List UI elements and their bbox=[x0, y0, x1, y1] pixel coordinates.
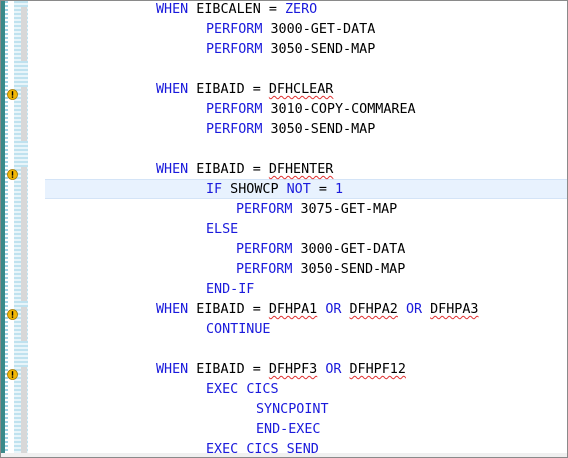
horizontal-scrollbar[interactable] bbox=[1, 453, 567, 457]
code-line[interactable]: PERFORM 3050-SEND-MAP bbox=[206, 120, 375, 140]
code-line[interactable]: WHEN EIBAID = DFHPF3 OR DFHPF12 bbox=[156, 360, 406, 380]
code-line[interactable]: EXEC CICS bbox=[206, 380, 279, 400]
keyword-token: PERFORM bbox=[236, 262, 293, 277]
code-line[interactable]: PERFORM 3000-GET-DATA bbox=[236, 240, 405, 260]
code-line[interactable]: CONTINUE bbox=[206, 320, 271, 340]
code-editor[interactable]: WHEN EIBCALEN = ZERO PERFORM 3000-GET-DAT… bbox=[0, 0, 568, 458]
code-line[interactable]: WHEN EIBAID = DFHCLEAR bbox=[156, 80, 333, 100]
fold-region bbox=[21, 367, 27, 457]
code-line[interactable]: IF SHOWCP NOT = 1 bbox=[206, 180, 343, 200]
code-line[interactable]: PERFORM 3000-GET-DATA bbox=[206, 20, 375, 40]
code-token: 3050-SEND-MAP bbox=[262, 42, 376, 57]
code-line[interactable]: ELSE bbox=[206, 220, 238, 240]
fold-region bbox=[21, 167, 27, 301]
code-line[interactable]: END-EXEC bbox=[256, 420, 321, 440]
code-token: EIBAID = bbox=[188, 162, 269, 177]
unresolved-identifier-token: DFHPA2 bbox=[349, 302, 398, 317]
keyword-token: SYNCPOINT bbox=[256, 402, 329, 417]
code-token: 3000-GET-DATA bbox=[262, 22, 376, 37]
keyword-token: PERFORM bbox=[206, 22, 263, 37]
code-line[interactable]: WHEN EIBCALEN = ZERO bbox=[156, 1, 318, 20]
keyword-token: WHEN bbox=[156, 162, 189, 177]
unresolved-identifier-token: DFHENTER bbox=[268, 162, 334, 177]
keyword-token: CICS bbox=[246, 382, 279, 397]
warning-icon[interactable] bbox=[7, 85, 18, 100]
code-line[interactable]: PERFORM 3075-GET-MAP bbox=[236, 200, 397, 220]
unresolved-identifier-token: DFHPF3 bbox=[268, 362, 318, 377]
code-line[interactable]: END-IF bbox=[206, 280, 254, 300]
keyword-token: WHEN bbox=[156, 362, 189, 377]
keyword-token: IF bbox=[206, 182, 223, 197]
keyword-token: PERFORM bbox=[206, 122, 263, 137]
code-line[interactable]: WHEN EIBAID = DFHENTER bbox=[156, 160, 333, 180]
code-line[interactable]: PERFORM 3050-SEND-MAP bbox=[206, 40, 375, 60]
fold-region bbox=[21, 307, 27, 341]
keyword-token: WHEN bbox=[156, 302, 189, 317]
unresolved-identifier-token: DFHPA3 bbox=[430, 302, 479, 317]
keyword-token: OR bbox=[325, 302, 342, 317]
keyword-token: PERFORM bbox=[206, 42, 263, 57]
keyword-token: OR bbox=[325, 362, 342, 377]
code-token: 3050-SEND-MAP bbox=[262, 122, 376, 137]
keyword-token: ZERO bbox=[285, 2, 318, 17]
keyword-token: WHEN bbox=[156, 82, 189, 97]
code-token: EIBCALEN = bbox=[188, 2, 285, 17]
code-line[interactable]: WHEN EIBAID = DFHPA1 OR DFHPA2 OR DFHPA3 bbox=[156, 300, 479, 320]
keyword-token: 1 bbox=[335, 182, 344, 197]
code-token: 3000-GET-DATA bbox=[292, 242, 406, 257]
keyword-token: PERFORM bbox=[236, 242, 293, 257]
keyword-token: PERFORM bbox=[206, 102, 263, 117]
code-token: EIBAID = bbox=[188, 82, 269, 97]
code-line[interactable]: PERFORM 3050-SEND-MAP bbox=[236, 260, 405, 280]
fold-region bbox=[21, 7, 27, 61]
keyword-token: END-IF bbox=[206, 282, 255, 297]
code-line[interactable]: SYNCPOINT bbox=[256, 400, 329, 420]
fold-region bbox=[21, 87, 27, 141]
code-line[interactable]: PERFORM 3010-COPY-COMMAREA bbox=[206, 100, 416, 120]
code-token: EIBAID = bbox=[188, 302, 269, 317]
keyword-token: EXEC bbox=[206, 382, 239, 397]
keyword-token: END-EXEC bbox=[256, 422, 321, 437]
code-token: = bbox=[310, 182, 335, 197]
keyword-token: WHEN bbox=[156, 2, 189, 17]
keyword-token: NOT bbox=[286, 182, 311, 197]
warning-icon[interactable] bbox=[7, 365, 18, 380]
unresolved-identifier-token: DFHPF12 bbox=[349, 362, 406, 377]
warning-icon[interactable] bbox=[7, 305, 18, 320]
unresolved-identifier-token: DFHPA1 bbox=[268, 302, 318, 317]
keyword-token: ELSE bbox=[206, 222, 239, 237]
keyword-token: PERFORM bbox=[236, 202, 293, 217]
keyword-token: CONTINUE bbox=[206, 322, 271, 337]
code-token: SHOWCP bbox=[222, 182, 287, 197]
code-token: EIBAID = bbox=[188, 362, 269, 377]
code-token: 3075-GET-MAP bbox=[292, 202, 398, 217]
code-token: 3050-SEND-MAP bbox=[292, 262, 406, 277]
keyword-token: OR bbox=[405, 302, 423, 317]
warning-icon[interactable] bbox=[7, 165, 18, 180]
code-token: 3010-COPY-COMMAREA bbox=[262, 102, 416, 117]
unresolved-identifier-token: DFHCLEAR bbox=[268, 82, 334, 97]
